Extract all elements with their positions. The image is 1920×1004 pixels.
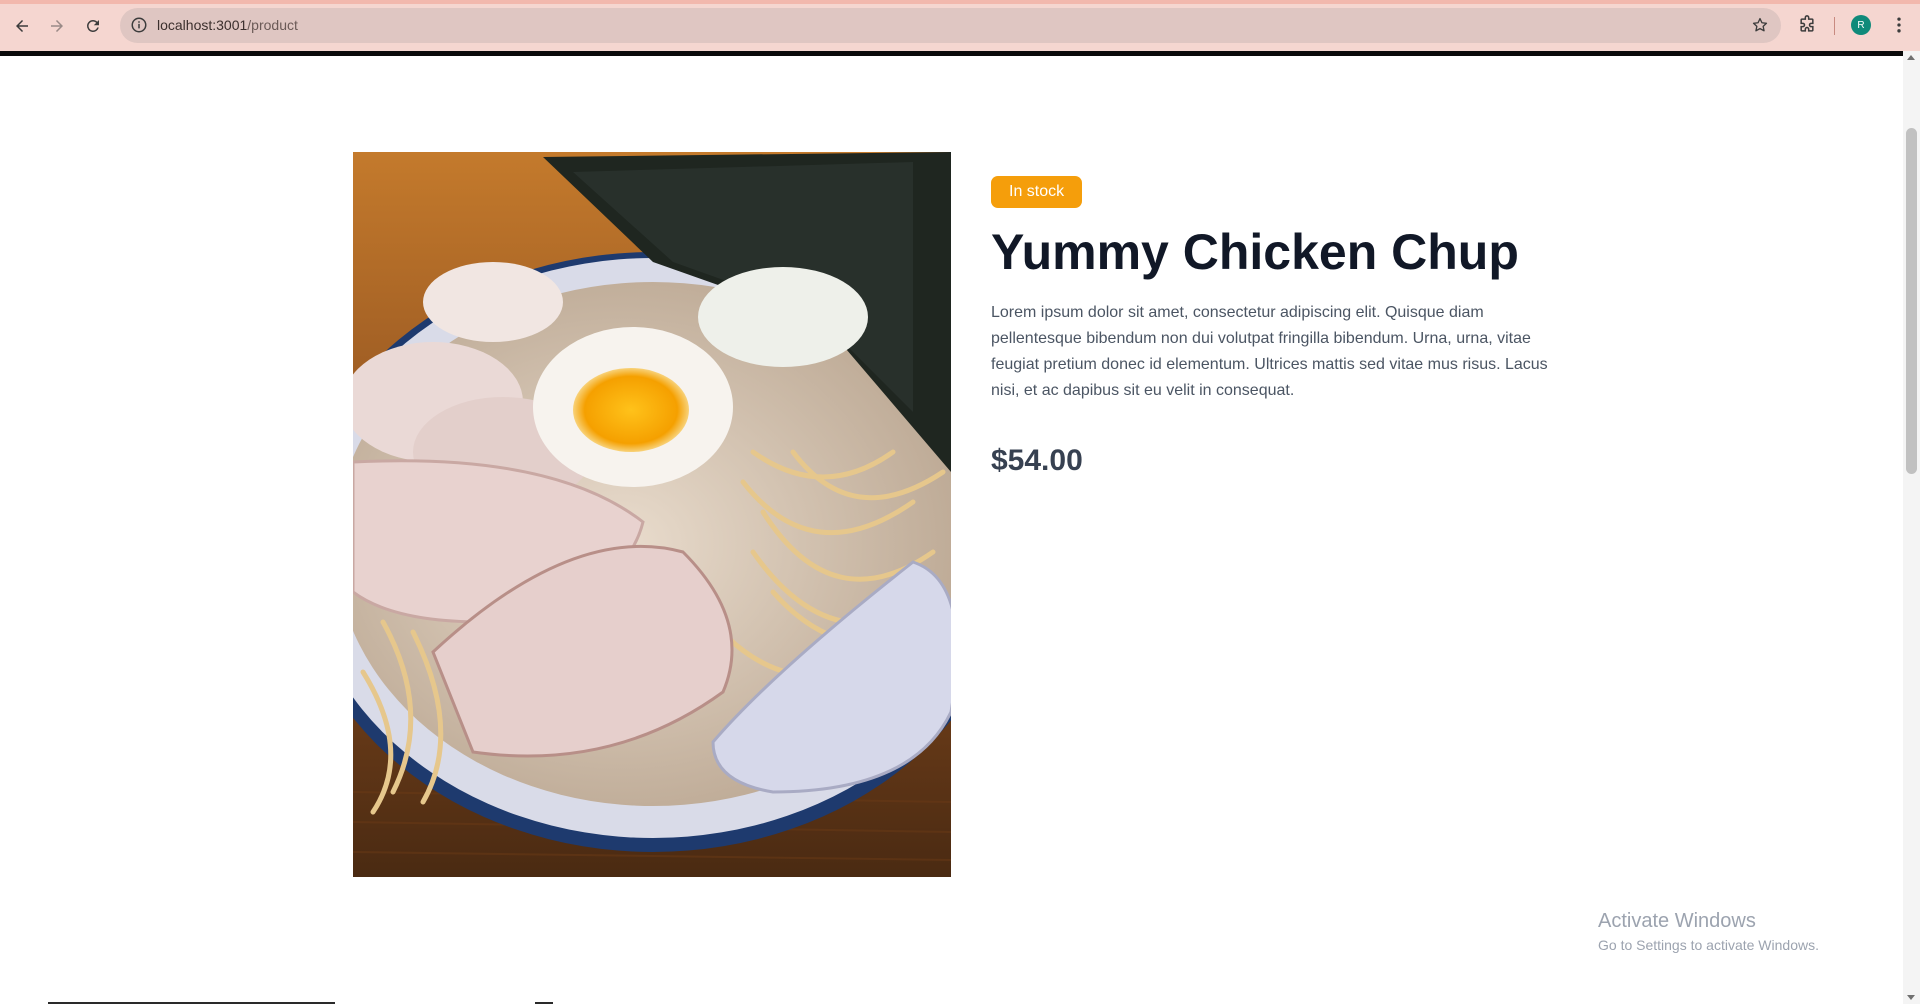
reload-button[interactable] — [79, 12, 107, 40]
forward-button[interactable] — [43, 12, 71, 40]
url-path: /product — [247, 17, 298, 33]
product-price: $54.00 — [991, 444, 1083, 477]
url-host: localhost:3001 — [157, 17, 248, 33]
arrow-right-icon — [51, 20, 63, 32]
tab-strip-edge — [0, 0, 1920, 4]
scroll-down-arrow-icon[interactable] — [1907, 995, 1915, 1000]
info-circle-icon[interactable] — [130, 16, 148, 34]
scrollbar-thumb[interactable] — [1906, 128, 1917, 474]
windows-activation-watermark: Activate Windows Go to Settings to activ… — [1598, 908, 1819, 954]
site-header-bar — [0, 51, 1903, 56]
ramen-bowl-illustration — [353, 152, 951, 877]
scroll-up-arrow-icon[interactable] — [1907, 55, 1915, 60]
product-info: In stock Yummy Chicken Chup Lorem ipsum … — [991, 176, 1551, 479]
product-title: Yummy Chicken Chup — [991, 224, 1519, 280]
star-icon[interactable] — [1751, 16, 1769, 34]
watermark-subtitle: Go to Settings to activate Windows. — [1598, 937, 1819, 953]
arrow-left-icon — [16, 20, 28, 32]
page-scrollbar[interactable] — [1903, 51, 1920, 1004]
toolbar-divider — [1834, 17, 1835, 35]
address-bar[interactable]: localhost:3001/product — [120, 8, 1781, 43]
watermark-title: Activate Windows — [1598, 910, 1756, 932]
puzzle-icon[interactable] — [1797, 15, 1817, 35]
kebab-menu-icon[interactable] — [1889, 15, 1909, 35]
back-button[interactable] — [8, 12, 36, 40]
url-text[interactable]: localhost:3001/product — [157, 17, 298, 33]
product-image — [353, 152, 951, 877]
browser-toolbar: localhost:3001/product R — [0, 0, 1920, 51]
profile-avatar[interactable]: R — [1851, 15, 1871, 35]
stock-badge: In stock — [991, 176, 1083, 208]
reload-icon — [87, 19, 99, 32]
bottom-edge — [0, 1000, 1903, 1004]
product-description: Lorem ipsum dolor sit amet, consectetur … — [991, 304, 1548, 399]
